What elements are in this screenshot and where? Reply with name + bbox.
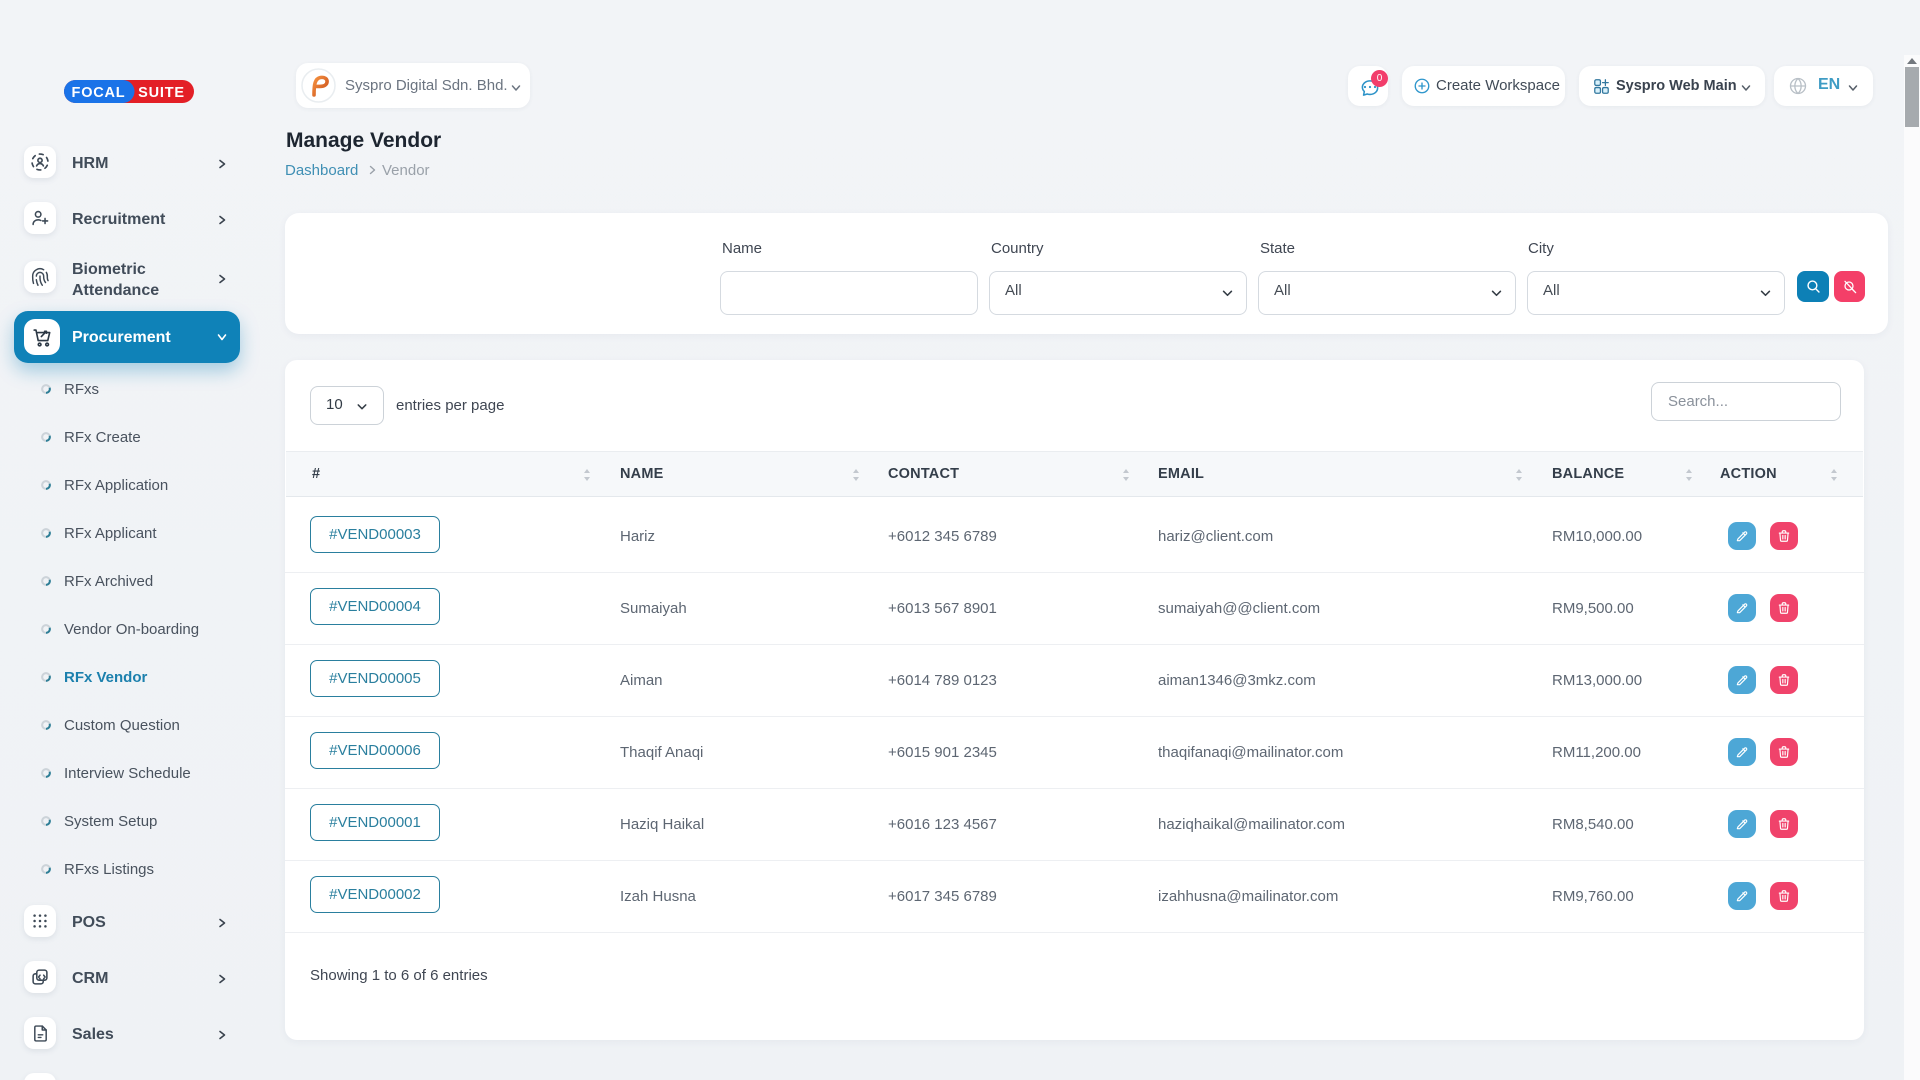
svg-text:SUITE: SUITE: [138, 85, 185, 101]
svg-text:FOCAL: FOCAL: [72, 85, 126, 101]
